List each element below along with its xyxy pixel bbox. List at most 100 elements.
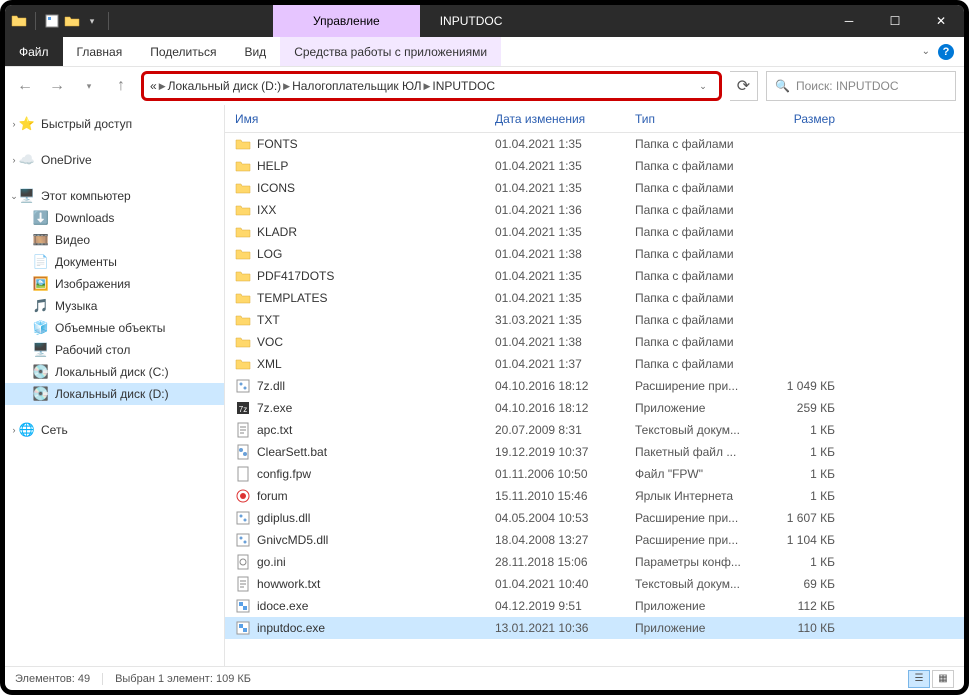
file-row[interactable]: VOC01.04.2021 1:38Папка с файлами <box>225 331 964 353</box>
file-row[interactable]: ClearSett.bat19.12.2019 10:37Пакетный фа… <box>225 441 964 463</box>
file-row[interactable]: PDF417DOTS01.04.2021 1:35Папка с файлами <box>225 265 964 287</box>
nav-disk-c[interactable]: 💽Локальный диск (C:) <box>5 361 224 383</box>
file-row[interactable]: TEMPLATES01.04.2021 1:35Папка с файлами <box>225 287 964 309</box>
search-input[interactable]: 🔍 Поиск: INPUTDOC <box>766 71 956 101</box>
maximize-button[interactable]: ☐ <box>872 5 918 37</box>
file-row[interactable]: XML01.04.2021 1:37Папка с файлами <box>225 353 964 375</box>
tab-app-tools[interactable]: Средства работы с приложениями <box>280 37 501 66</box>
file-icon <box>235 510 251 526</box>
music-icon: 🎵 <box>33 298 49 314</box>
file-row[interactable]: config.fpw01.11.2006 10:50Файл "FPW"1 КБ <box>225 463 964 485</box>
nav-3d-objects[interactable]: 🧊Объемные объекты <box>5 317 224 339</box>
file-row[interactable]: forum15.11.2010 15:46Ярлык Интернета1 КБ <box>225 485 964 507</box>
file-type: Папка с файлами <box>625 137 765 151</box>
file-row[interactable]: KLADR01.04.2021 1:35Папка с файлами <box>225 221 964 243</box>
column-size[interactable]: Размер <box>765 112 845 126</box>
file-row[interactable]: IXX01.04.2021 1:36Папка с файлами <box>225 199 964 221</box>
navigation-pane[interactable]: ›⭐Быстрый доступ ›☁️OneDrive ⌄🖥️Этот ком… <box>5 105 225 666</box>
file-date: 04.05.2004 10:53 <box>485 511 625 525</box>
file-date: 01.04.2021 10:40 <box>485 577 625 591</box>
file-row[interactable]: go.ini28.11.2018 15:06Параметры конф...1… <box>225 551 964 573</box>
nav-desktop[interactable]: 🖥️Рабочий стол <box>5 339 224 361</box>
breadcrumb-disk-d[interactable]: Локальный диск (D:) <box>168 79 282 93</box>
file-name: apc.txt <box>257 423 292 437</box>
network-icon: 🌐 <box>19 422 35 438</box>
column-date[interactable]: Дата изменения <box>485 112 625 126</box>
nav-quick-access[interactable]: ›⭐Быстрый доступ <box>5 113 224 135</box>
refresh-button[interactable]: ⟳ <box>730 71 758 101</box>
file-row[interactable]: 7z.dll04.10.2016 18:12Расширение при...1… <box>225 375 964 397</box>
tab-share[interactable]: Поделиться <box>136 37 230 66</box>
search-placeholder: Поиск: INPUTDOC <box>796 79 899 93</box>
file-row[interactable]: howwork.txt01.04.2021 10:40Текстовый док… <box>225 573 964 595</box>
file-row[interactable]: 7z7z.exe04.10.2016 18:12Приложение259 КБ <box>225 397 964 419</box>
file-row[interactable]: inputdoc.exe13.01.2021 10:36Приложение11… <box>225 617 964 639</box>
column-name[interactable]: Имя <box>225 112 485 126</box>
file-row[interactable]: gdiplus.dll04.05.2004 10:53Расширение пр… <box>225 507 964 529</box>
file-icon <box>235 356 251 372</box>
file-row[interactable]: GnivcMD5.dll18.04.2008 13:27Расширение п… <box>225 529 964 551</box>
cloud-icon: ☁️ <box>19 152 35 168</box>
file-row[interactable]: apc.txt20.07.2009 8:31Текстовый докум...… <box>225 419 964 441</box>
file-name: HELP <box>257 159 288 173</box>
file-icon <box>235 422 251 438</box>
file-row[interactable]: LOG01.04.2021 1:38Папка с файлами <box>225 243 964 265</box>
file-name: TXT <box>257 313 280 327</box>
file-date: 01.04.2021 1:37 <box>485 357 625 371</box>
file-type: Папка с файлами <box>625 357 765 371</box>
file-name: 7z.exe <box>257 401 292 415</box>
nav-onedrive[interactable]: ›☁️OneDrive <box>5 149 224 171</box>
nav-downloads[interactable]: ⬇️Downloads <box>5 207 224 229</box>
breadcrumb-overflow[interactable]: « <box>150 79 157 93</box>
file-row[interactable]: ICONS01.04.2021 1:35Папка с файлами <box>225 177 964 199</box>
file-name: forum <box>257 489 288 503</box>
breadcrumb-inputdoc[interactable]: INPUTDOC <box>432 79 495 93</box>
nav-network[interactable]: ›🌐Сеть <box>5 419 224 441</box>
recent-dropdown[interactable]: ▾ <box>77 74 101 98</box>
file-row[interactable]: TXT31.03.2021 1:35Папка с файлами <box>225 309 964 331</box>
pc-icon: 🖥️ <box>19 188 35 204</box>
file-row[interactable]: HELP01.04.2021 1:35Папка с файлами <box>225 155 964 177</box>
help-icon[interactable]: ? <box>938 44 954 60</box>
file-list[interactable]: FONTS01.04.2021 1:35Папка с файламиHELP0… <box>225 133 964 666</box>
file-name: KLADR <box>257 225 297 239</box>
file-icon <box>235 554 251 570</box>
file-date: 01.04.2021 1:35 <box>485 269 625 283</box>
file-name: howwork.txt <box>257 577 320 591</box>
tab-view[interactable]: Вид <box>230 37 280 66</box>
view-details-button[interactable]: ☰ <box>908 670 930 688</box>
minimize-button[interactable]: ─ <box>826 5 872 37</box>
file-size: 1 049 КБ <box>765 379 845 393</box>
view-thumbnails-button[interactable]: ▦ <box>932 670 954 688</box>
address-dropdown-icon[interactable]: ⌄ <box>693 81 713 92</box>
column-headers[interactable]: Имя Дата изменения Тип Размер <box>225 105 964 133</box>
file-type: Приложение <box>625 599 765 613</box>
breadcrumb-taxpayer[interactable]: Налогоплательщик ЮЛ <box>292 79 421 93</box>
file-name: ICONS <box>257 181 295 195</box>
file-icon <box>235 180 251 196</box>
nav-music[interactable]: 🎵Музыка <box>5 295 224 317</box>
qat-dropdown-icon[interactable]: ▾ <box>84 13 100 29</box>
nav-videos[interactable]: 🎞️Видео <box>5 229 224 251</box>
nav-pictures[interactable]: 🖼️Изображения <box>5 273 224 295</box>
file-icon <box>235 246 251 262</box>
nav-this-pc[interactable]: ⌄🖥️Этот компьютер <box>5 185 224 207</box>
forward-button[interactable]: → <box>45 74 69 98</box>
properties-icon[interactable] <box>44 13 60 29</box>
ribbon: Файл Главная Поделиться Вид Средства раб… <box>5 37 964 67</box>
file-tab[interactable]: Файл <box>5 37 63 66</box>
new-folder-icon[interactable] <box>64 13 80 29</box>
file-row[interactable]: FONTS01.04.2021 1:35Папка с файлами <box>225 133 964 155</box>
ribbon-expand-icon[interactable]: ⌄ <box>922 46 930 57</box>
address-bar[interactable]: « ▶ Локальный диск (D:) ▶ Налогоплательщ… <box>141 71 722 101</box>
nav-disk-d[interactable]: 💽Локальный диск (D:) <box>5 383 224 405</box>
disk-icon: 💽 <box>33 364 49 380</box>
downloads-icon: ⬇️ <box>33 210 49 226</box>
tab-home[interactable]: Главная <box>63 37 137 66</box>
close-button[interactable]: ✕ <box>918 5 964 37</box>
up-button[interactable]: ↑ <box>109 74 133 98</box>
file-row[interactable]: idoce.exe04.12.2019 9:51Приложение112 КБ <box>225 595 964 617</box>
column-type[interactable]: Тип <box>625 112 765 126</box>
nav-documents[interactable]: 📄Документы <box>5 251 224 273</box>
back-button[interactable]: ← <box>13 74 37 98</box>
